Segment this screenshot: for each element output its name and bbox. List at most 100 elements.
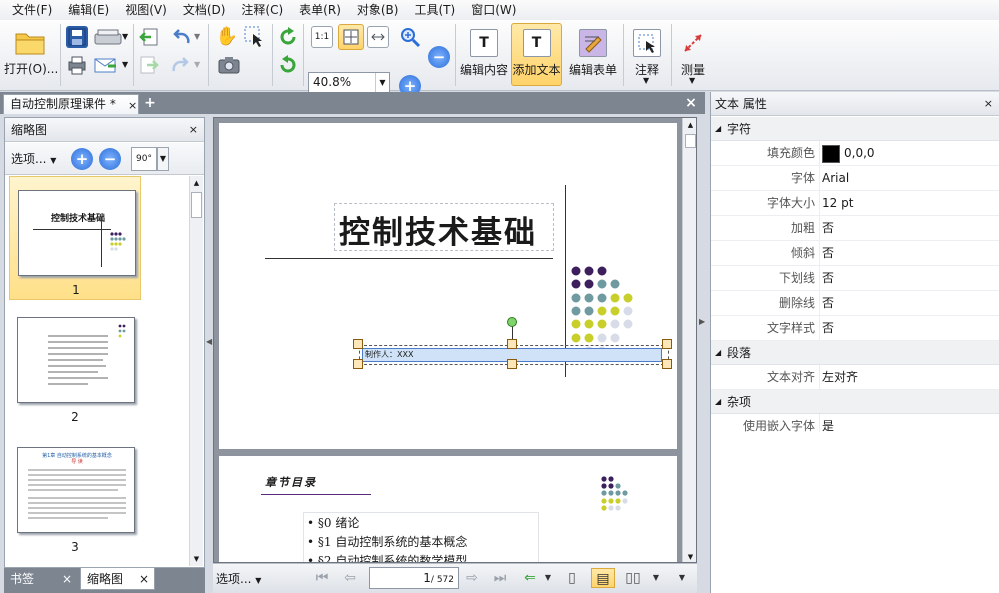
tab-thumbnails[interactable]: 缩略图 × (80, 568, 155, 590)
chevron-down-icon[interactable]: ▼ (539, 568, 557, 588)
select-tool-icon[interactable] (243, 25, 265, 47)
scanner-dropdown-icon[interactable]: ▼ (122, 32, 128, 41)
color-swatch[interactable] (822, 144, 840, 163)
menu-view[interactable]: 视图(V) (117, 0, 175, 20)
resize-handle[interactable] (353, 359, 363, 369)
first-page-icon[interactable]: ⏮ (313, 568, 331, 588)
view-options-menu[interactable]: 选项... ▼ (216, 570, 261, 587)
section-character[interactable]: ◢ 字符 (711, 117, 999, 141)
prop-font-size-value[interactable]: 12 pt (819, 191, 853, 215)
page-forward-icon[interactable] (138, 54, 160, 76)
prop-underline-value[interactable]: 否 (819, 266, 834, 290)
thumbnail-item[interactable]: 第1章 自动控制系统的基本概念 导 读 3 (9, 440, 141, 564)
chevron-down-icon[interactable]: ▼ (673, 568, 691, 588)
rotate-left-icon[interactable] (277, 54, 299, 76)
close-document-button[interactable]: × (684, 95, 698, 111)
prop-font-size[interactable]: 字体大小 12 pt (711, 191, 999, 216)
zoom-out-button[interactable]: − (428, 46, 450, 68)
document-tab[interactable]: 自动控制原理课件 * × (3, 94, 139, 114)
prop-text-align-value[interactable]: 左对齐 (819, 365, 858, 389)
close-icon[interactable]: × (139, 568, 149, 590)
continuous-page-icon[interactable]: ▤ (591, 568, 615, 588)
scroll-down-icon[interactable]: ▼ (683, 550, 696, 562)
snapshot-icon[interactable] (218, 54, 240, 76)
close-icon[interactable]: × (189, 118, 198, 142)
undo-icon[interactable] (170, 26, 192, 48)
print-icon[interactable] (66, 54, 88, 76)
next-page-icon[interactable]: ⇨ (463, 568, 481, 588)
redo-icon[interactable] (170, 54, 192, 76)
open-button[interactable]: 打开(O)... (4, 24, 58, 84)
chevron-down-icon[interactable]: ▼ (157, 147, 169, 171)
save-icon[interactable] (66, 26, 88, 48)
section-misc[interactable]: ◢ 杂项 (711, 390, 999, 414)
tab-bookmarks[interactable]: 书签 × (4, 568, 78, 590)
thumbnail-zoom-out-button[interactable]: − (99, 148, 121, 170)
facing-pages-icon[interactable]: ▯▯ (621, 568, 645, 588)
prop-font[interactable]: 字体 Arial (711, 166, 999, 191)
single-page-icon[interactable]: ▯ (563, 568, 581, 588)
undo-dropdown-icon[interactable]: ▼ (194, 32, 200, 41)
menu-form[interactable]: 表单(R) (291, 0, 349, 20)
prop-fill-color-value[interactable]: 0,0,0 (819, 141, 875, 165)
go-back-icon[interactable]: ⇐ (521, 568, 539, 588)
thumbnail-zoom-in-button[interactable]: + (71, 148, 93, 170)
prop-italic[interactable]: 倾斜 否 (711, 241, 999, 266)
prop-fill-color[interactable]: 填充颜色 0,0,0 (711, 141, 999, 166)
menu-window[interactable]: 窗口(W) (463, 0, 524, 20)
menu-tools[interactable]: 工具(T) (406, 0, 463, 20)
thumbnail-scrollbar[interactable]: ▲ ▼ (189, 176, 203, 566)
edit-content-button[interactable]: T 编辑内容 (458, 23, 510, 86)
page-back-icon[interactable] (138, 26, 160, 48)
prop-italic-value[interactable]: 否 (819, 241, 834, 265)
measure-button[interactable]: 测量 ▼ (674, 23, 712, 86)
page-number-input[interactable]: 1/ 572 (369, 567, 459, 589)
rotate-thumbnail-button[interactable]: 90° (131, 147, 157, 171)
resize-handle[interactable] (507, 359, 517, 369)
prop-strikethrough-value[interactable]: 否 (819, 291, 834, 315)
prop-strikethrough[interactable]: 删除线 否 (711, 291, 999, 316)
previous-page-icon[interactable]: ⇦ (341, 568, 359, 588)
last-page-icon[interactable]: ⏭ (491, 568, 509, 588)
actual-size-button[interactable]: 1:1 (311, 26, 333, 48)
prop-text-style-value[interactable]: 否 (819, 316, 834, 340)
fit-width-button[interactable] (367, 26, 389, 48)
resize-handle[interactable] (662, 359, 672, 369)
zoom-select[interactable]: 40.8% ▼ (308, 72, 390, 93)
prop-underline[interactable]: 下划线 否 (711, 266, 999, 291)
chevron-down-icon[interactable]: ▼ (647, 568, 665, 588)
scroll-up-icon[interactable]: ▲ (683, 118, 696, 132)
menu-edit[interactable]: 编辑(E) (60, 0, 117, 20)
thumbnail-options-menu[interactable]: 选项... ▼ (11, 150, 56, 167)
email-icon[interactable] (93, 54, 119, 76)
annotate-button[interactable]: 注释 ▼ (626, 23, 668, 86)
right-panel-splitter[interactable]: ▶ (697, 117, 710, 593)
close-icon[interactable]: × (984, 92, 993, 116)
redo-dropdown-icon[interactable]: ▼ (194, 60, 200, 69)
section-paragraph[interactable]: ◢ 段落 (711, 341, 999, 365)
zoom-in-marquee-icon[interactable] (399, 26, 421, 48)
scanner-icon[interactable] (93, 26, 123, 48)
collapse-right-icon[interactable]: ▶ (699, 317, 705, 326)
prop-text-style[interactable]: 文字样式 否 (711, 316, 999, 341)
scroll-down-icon[interactable]: ▼ (190, 552, 203, 566)
document-scrollbar[interactable]: ▲ ▼ (682, 118, 696, 562)
fit-page-button[interactable] (338, 24, 364, 50)
collapse-left-icon[interactable]: ◀ (206, 337, 212, 346)
left-panel-splitter[interactable]: ◀ (205, 117, 213, 568)
scrollbar-thumb[interactable] (685, 134, 696, 148)
menu-object[interactable]: 对象(B) (349, 0, 407, 20)
prop-bold[interactable]: 加粗 否 (711, 216, 999, 241)
scrollbar-thumb[interactable] (191, 192, 202, 218)
prop-font-value[interactable]: Arial (819, 166, 849, 190)
resize-handle[interactable] (507, 339, 517, 349)
prop-text-align[interactable]: 文本对齐 左对齐 (711, 365, 999, 390)
close-icon[interactable]: × (62, 568, 72, 590)
thumbnail-item[interactable]: 控制技术基础 1 (9, 176, 141, 300)
menu-document[interactable]: 文档(D) (175, 0, 234, 20)
menu-file[interactable]: 文件(F) (4, 0, 60, 20)
rotate-right-icon[interactable] (277, 26, 299, 48)
thumbnail-item[interactable]: 2 (9, 310, 141, 434)
hand-tool-icon[interactable]: ✋ (216, 25, 238, 47)
prop-bold-value[interactable]: 否 (819, 216, 834, 240)
